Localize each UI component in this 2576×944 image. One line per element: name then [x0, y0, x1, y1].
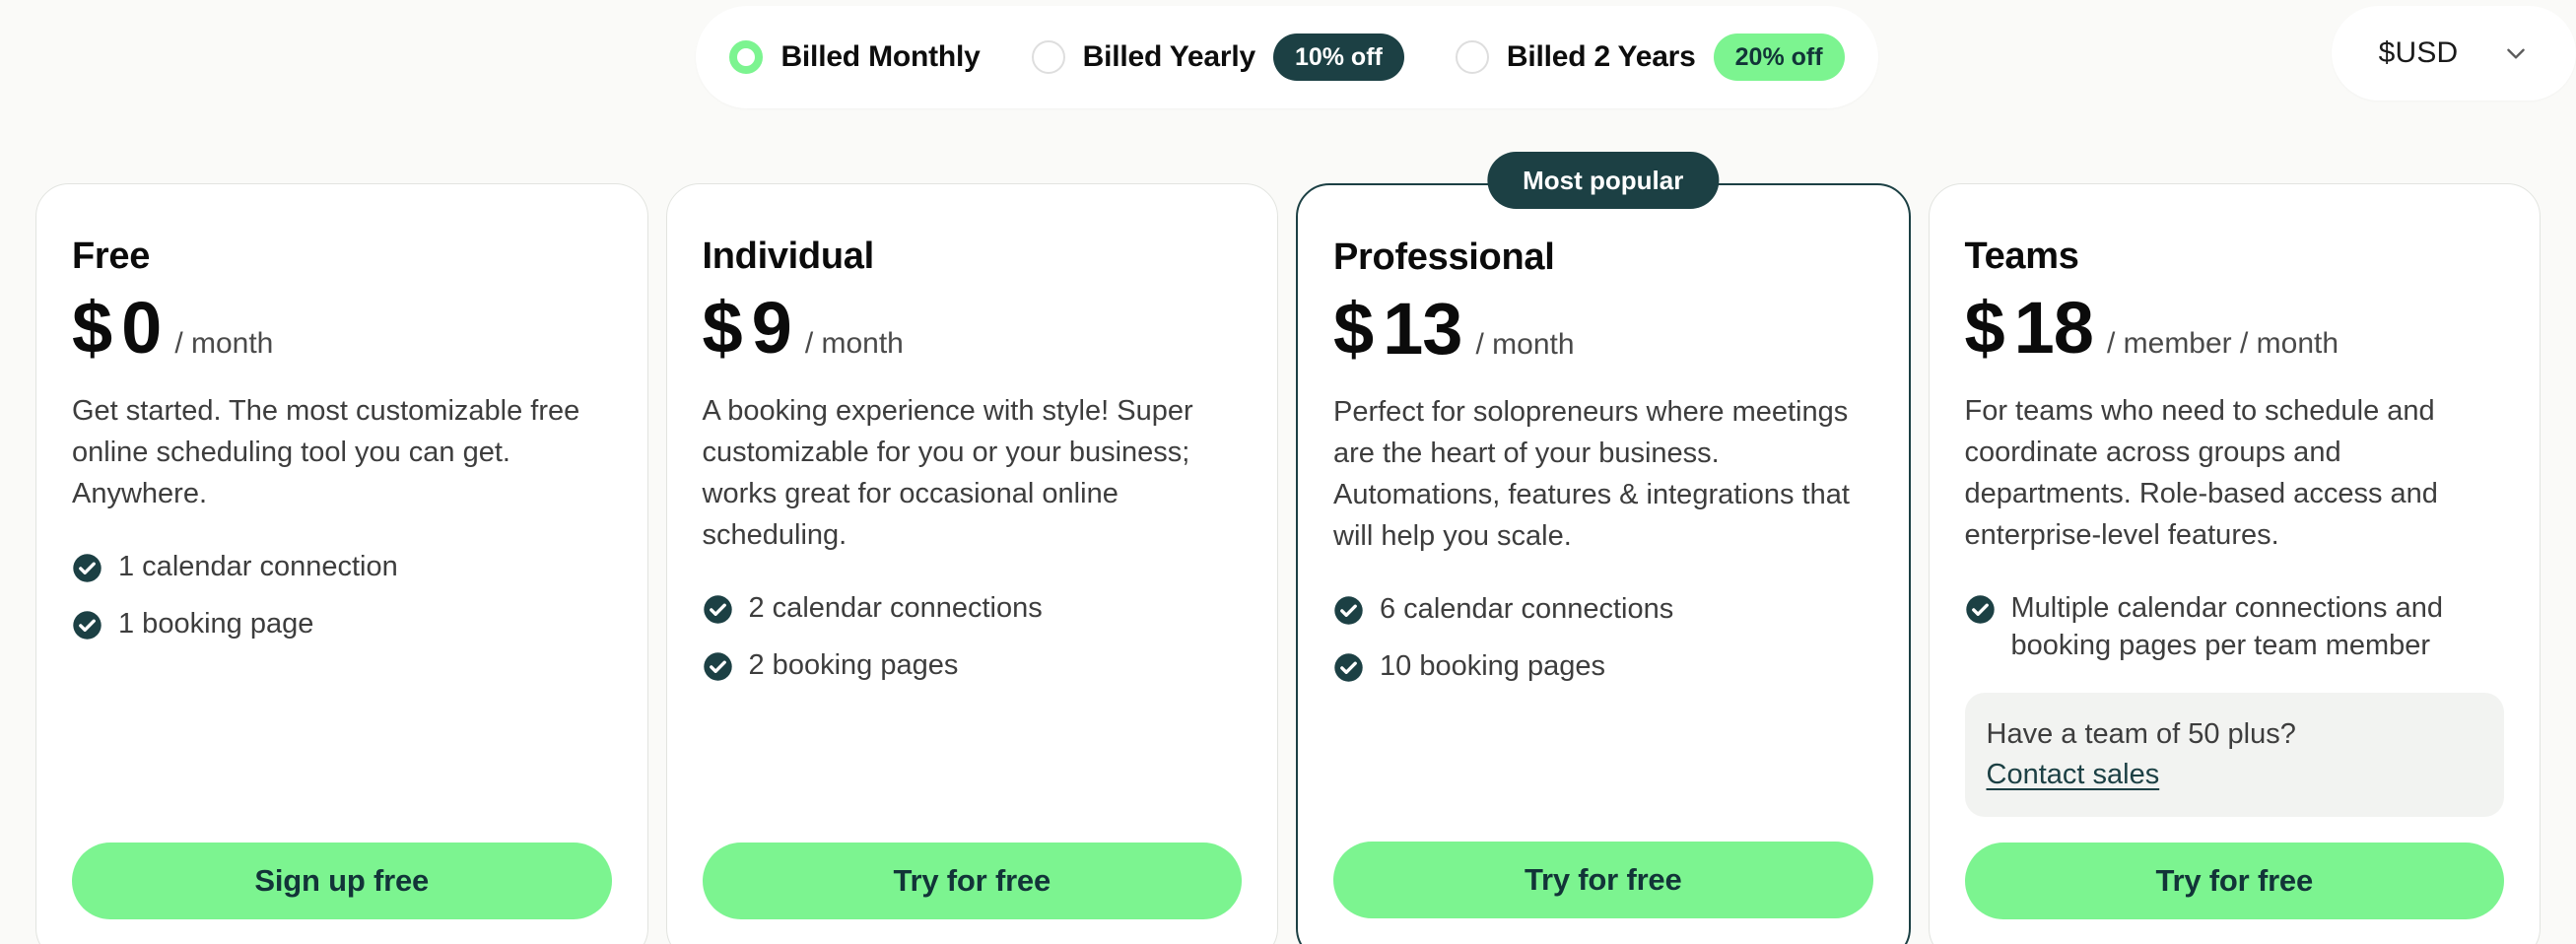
- plan-description: For teams who need to schedule and coord…: [1964, 395, 2438, 552]
- plan-name: Teams: [1964, 236, 2079, 277]
- plan-name: Free: [72, 236, 151, 277]
- check-circle-icon: [703, 646, 733, 682]
- feature-label: Multiple calendar connections and bookin…: [2010, 592, 2444, 662]
- pricing-header-bar: Billed Monthly Billed Yearly 10% off Bil…: [0, 0, 2576, 118]
- check-circle-icon: [703, 589, 733, 625]
- pricing-card-free: Free $ 0 / month Get started. The most c…: [35, 183, 648, 944]
- cta-container: Try for free: [1333, 842, 1873, 944]
- price-currency-symbol: $: [702, 287, 743, 369]
- list-item: 1 booking page: [72, 605, 612, 642]
- price-period: / member / month: [2106, 327, 2339, 360]
- pricing-card-professional: Most popular Professional $ 13 / month P…: [1296, 152, 1911, 944]
- price-currency-symbol: $: [1964, 287, 2005, 369]
- pricing-card-teams: Teams $ 18 / member / month For teams wh…: [1928, 183, 2541, 944]
- billing-option-monthly[interactable]: Billed Monthly: [729, 40, 981, 74]
- check-circle-icon: [1333, 647, 1364, 683]
- feature-label: 1 calendar connection: [118, 551, 398, 583]
- cta-container: Sign up free: [72, 843, 612, 944]
- feature-label: 6 calendar connections: [1380, 593, 1674, 626]
- price-currency-symbol: $: [72, 287, 112, 369]
- contact-sales-prompt: Have a team of 50 plus?: [1986, 717, 2296, 750]
- billing-cycle-toggle[interactable]: Billed Monthly Billed Yearly 10% off Bil…: [696, 6, 1878, 108]
- list-item: 10 booking pages: [1333, 647, 1873, 685]
- contact-sales-link[interactable]: Contact sales: [1987, 759, 2160, 791]
- plan-name: Individual: [702, 236, 875, 277]
- currency-selector-value: $USD: [2378, 36, 2459, 69]
- plan-price: $ 13 / month: [1333, 293, 1873, 366]
- list-item: 6 calendar connections: [1333, 590, 1873, 628]
- plan-price: $ 0 / month: [72, 292, 612, 365]
- signup-free-button[interactable]: Sign up free: [72, 843, 612, 919]
- plan-description: A booking experience with style! Super c…: [702, 395, 1193, 552]
- feature-label: 1 booking page: [118, 608, 314, 641]
- billing-option-2years[interactable]: Billed 2 Years 20% off: [1455, 34, 1845, 81]
- try-for-free-button[interactable]: Try for free: [1333, 842, 1873, 918]
- most-popular-badge: Most popular: [1487, 152, 1720, 209]
- radio-yearly-icon[interactable]: [1031, 40, 1065, 74]
- check-circle-icon: [72, 548, 102, 583]
- list-item: 2 booking pages: [703, 646, 1243, 684]
- chevron-down-icon: [2503, 40, 2529, 66]
- contact-sales-box: Have a team of 50 plus? Contact sales: [1964, 692, 2504, 818]
- price-value: 9: [751, 287, 792, 369]
- pricing-card-list: Free $ 0 / month Get started. The most c…: [0, 152, 2576, 944]
- list-item: 1 calendar connection: [72, 548, 612, 585]
- discount-badge-yearly: 10% off: [1272, 34, 1404, 81]
- check-circle-icon: [1965, 589, 1996, 625]
- plan-name: Professional: [1333, 236, 1555, 278]
- feature-label: 10 booking pages: [1380, 650, 1605, 683]
- price-value: 18: [2013, 287, 2094, 369]
- feature-label: 2 calendar connections: [748, 592, 1043, 625]
- price-period: / month: [174, 327, 274, 360]
- plan-description: Perfect for solopreneurs where meetings …: [1333, 396, 1850, 553]
- discount-badge-2years: 20% off: [1713, 34, 1845, 81]
- billing-option-yearly[interactable]: Billed Yearly 10% off: [1031, 34, 1404, 81]
- pricing-card-individual: Individual $ 9 / month A booking experie…: [665, 183, 1278, 944]
- plan-feature-list: 2 calendar connections 2 booking pages: [703, 589, 1243, 685]
- try-for-free-button[interactable]: Try for free: [702, 843, 1242, 919]
- plan-description: Get started. The most customizable free …: [72, 395, 580, 510]
- price-value: 0: [121, 287, 162, 369]
- billing-option-yearly-label: Billed Yearly: [1082, 40, 1255, 73]
- price-period: / month: [804, 327, 904, 360]
- radio-monthly-icon[interactable]: [729, 40, 764, 74]
- list-item: 2 calendar connections: [703, 589, 1243, 627]
- pricing-page: Billed Monthly Billed Yearly 10% off Bil…: [0, 0, 2576, 944]
- price-value: 13: [1383, 288, 1462, 370]
- cta-container: Try for free: [702, 843, 1242, 944]
- billing-option-2years-label: Billed 2 Years: [1506, 40, 1696, 73]
- list-item: Multiple calendar connections and bookin…: [1965, 589, 2505, 665]
- price-currency-symbol: $: [1333, 288, 1374, 370]
- radio-2years-icon[interactable]: [1455, 40, 1489, 74]
- try-for-free-button[interactable]: Try for free: [1964, 843, 2504, 919]
- plan-price: $ 18 / member / month: [1965, 292, 2505, 365]
- check-circle-icon: [1333, 590, 1364, 626]
- plan-feature-list: Multiple calendar connections and bookin…: [1965, 589, 2505, 665]
- plan-feature-list: 6 calendar connections 10 booking pages: [1333, 590, 1873, 686]
- plan-price: $ 9 / month: [703, 292, 1243, 365]
- cta-container: Try for free: [1964, 843, 2504, 944]
- price-period: / month: [1475, 328, 1575, 361]
- check-circle-icon: [72, 605, 102, 641]
- currency-selector[interactable]: $USD: [2332, 6, 2576, 101]
- feature-label: 2 booking pages: [748, 649, 959, 682]
- billing-option-monthly-label: Billed Monthly: [780, 40, 981, 73]
- plan-feature-list: 1 calendar connection 1 booking page: [72, 548, 612, 643]
